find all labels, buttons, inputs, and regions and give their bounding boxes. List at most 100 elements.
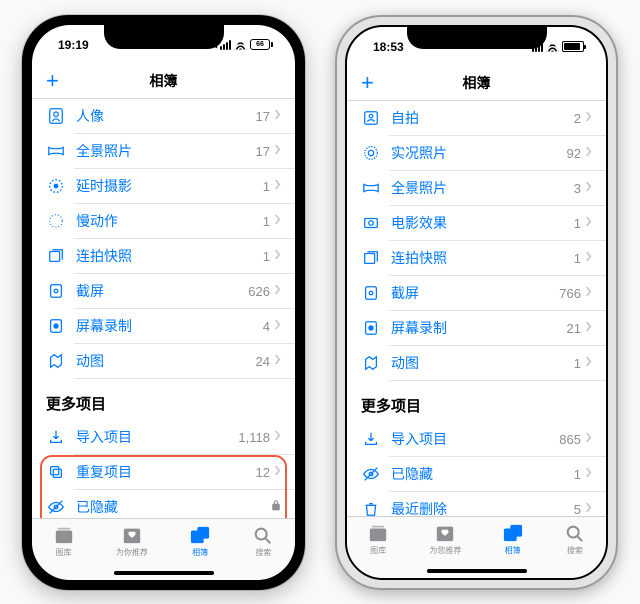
chevron-right-icon [585,179,592,197]
row-count: 865 [559,432,581,447]
chevron-right-icon [585,214,592,232]
tab-albums[interactable]: 相簿 [502,523,524,556]
row-label: 截屏 [76,281,248,301]
media-types-list: 人像 17 全景照片 17 延时摄影 1 慢动作 1 连拍快照 1 截屏 626… [32,99,295,379]
tab-search[interactable]: 搜索 [564,523,586,556]
tab-foryou[interactable]: 为你推荐 [116,525,148,558]
row-label: 重复项目 [76,462,256,482]
timelapse-icon [46,176,66,196]
list-row-screenshot[interactable]: 截屏 766 [347,276,606,311]
battery-icon: 66 [250,39,273,50]
list-row-burst[interactable]: 连拍快照 1 [347,241,606,276]
home-indicator[interactable] [114,571,214,575]
row-count: 1 [263,179,270,194]
row-count: 17 [256,144,270,159]
list-row-selfie[interactable]: 自拍 2 [347,101,606,136]
tab-label: 相簿 [505,545,521,556]
row-count: 1 [574,251,581,266]
row-label: 动图 [76,351,256,371]
chevron-right-icon [274,177,281,195]
list-row-screenrec[interactable]: 屏幕录制 4 [32,309,295,344]
content[interactable]: 自拍 2 实况照片 92 全景照片 3 电影效果 1 连拍快照 1 截屏 766… [347,101,606,516]
content[interactable]: 人像 17 全景照片 17 延时摄影 1 慢动作 1 连拍快照 1 截屏 626… [32,99,295,518]
tab-label: 搜索 [567,545,583,556]
status-time: 19:19 [58,38,89,52]
list-row-duplicate[interactable]: 重复项目 12 [32,455,295,490]
albums-icon [502,523,524,543]
row-label: 连拍快照 [391,248,574,268]
wifi-icon [234,40,247,50]
list-row-slomo[interactable]: 慢动作 1 [32,204,295,239]
cinematic-icon [361,213,381,233]
list-row-hidden[interactable]: 已隐藏 1 [347,457,606,492]
add-button[interactable]: + [361,72,374,94]
tab-search[interactable]: 搜索 [252,525,274,558]
list-row-screenrec[interactable]: 屏幕录制 21 [347,311,606,346]
screen: 19:19 ◀ 66 + 相簿 人像 17 全景照片 17 延时摄影 1 慢动作… [32,25,295,580]
row-count: 626 [248,284,270,299]
list-row-pano[interactable]: 全景照片 17 [32,134,295,169]
list-row-trash[interactable]: 最近删除 5 [347,492,606,516]
list-row-gif[interactable]: 动图 24 [32,344,295,379]
row-count: 2 [574,111,581,126]
row-label: 慢动作 [76,211,263,231]
row-count: 24 [256,354,270,369]
chevron-right-icon [585,319,592,337]
chevron-right-icon [585,465,592,483]
row-count: 17 [256,109,270,124]
row-label: 屏幕录制 [391,318,567,338]
list-row-burst[interactable]: 连拍快照 1 [32,239,295,274]
burst-icon [46,246,66,266]
chevron-right-icon [585,249,592,267]
list-row-screenshot[interactable]: 截屏 626 [32,274,295,309]
chevron-right-icon [274,247,281,265]
list-row-pano[interactable]: 全景照片 3 [347,171,606,206]
tab-label: 相簿 [192,547,208,558]
row-count: 1 [263,249,270,264]
chevron-right-icon [274,428,281,446]
import-icon [361,429,381,449]
list-row-timelapse[interactable]: 延时摄影 1 [32,169,295,204]
tab-foryou[interactable]: 为您推荐 [429,523,461,556]
chevron-right-icon [585,284,592,302]
row-label: 导入项目 [76,427,238,447]
home-indicator[interactable] [427,569,527,573]
notch [407,27,547,49]
signal-icon [220,40,231,50]
notch [104,25,224,49]
row-label: 延时摄影 [76,176,263,196]
add-button[interactable]: + [46,70,59,92]
nav-title: 相簿 [463,73,491,93]
foryou-icon [121,525,143,545]
pano-icon [361,178,381,198]
list-row-gif[interactable]: 动图 1 [347,346,606,381]
screen: 18:53 + 相簿 自拍 2 实况照片 92 全景照片 3 电影效果 1 连拍… [345,25,608,580]
list-row-import[interactable]: 导入项目 865 [347,422,606,457]
row-label: 已隐藏 [391,464,574,484]
section-header-more: 更多项目 [32,379,295,420]
iphone-left: 19:19 ◀ 66 + 相簿 人像 17 全景照片 17 延时摄影 1 慢动作… [22,15,305,590]
nav-bar: + 相簿 [347,67,606,101]
chevron-right-icon [585,430,592,448]
tab-albums[interactable]: 相簿 [189,525,211,558]
row-label: 实况照片 [391,143,567,163]
list-row-cinematic[interactable]: 电影效果 1 [347,206,606,241]
row-count: 766 [559,286,581,301]
tab-library[interactable]: 图库 [367,523,389,556]
chevron-right-icon [585,500,592,516]
foryou-icon [434,523,456,543]
list-row-hidden[interactable]: 已隐藏 [32,490,295,518]
chevron-right-icon [274,352,281,370]
chevron-right-icon [274,282,281,300]
row-label: 屏幕录制 [76,316,263,336]
burst-icon [361,248,381,268]
import-icon [46,427,66,447]
row-label: 全景照片 [391,178,574,198]
tab-label: 图库 [56,547,72,558]
row-count: 1,118 [238,430,270,445]
tab-library[interactable]: 图库 [53,525,75,558]
list-row-import[interactable]: 导入项目 1,118 [32,420,295,455]
list-row-portrait[interactable]: 人像 17 [32,99,295,134]
list-row-live[interactable]: 实况照片 92 [347,136,606,171]
row-label: 连拍快照 [76,246,263,266]
